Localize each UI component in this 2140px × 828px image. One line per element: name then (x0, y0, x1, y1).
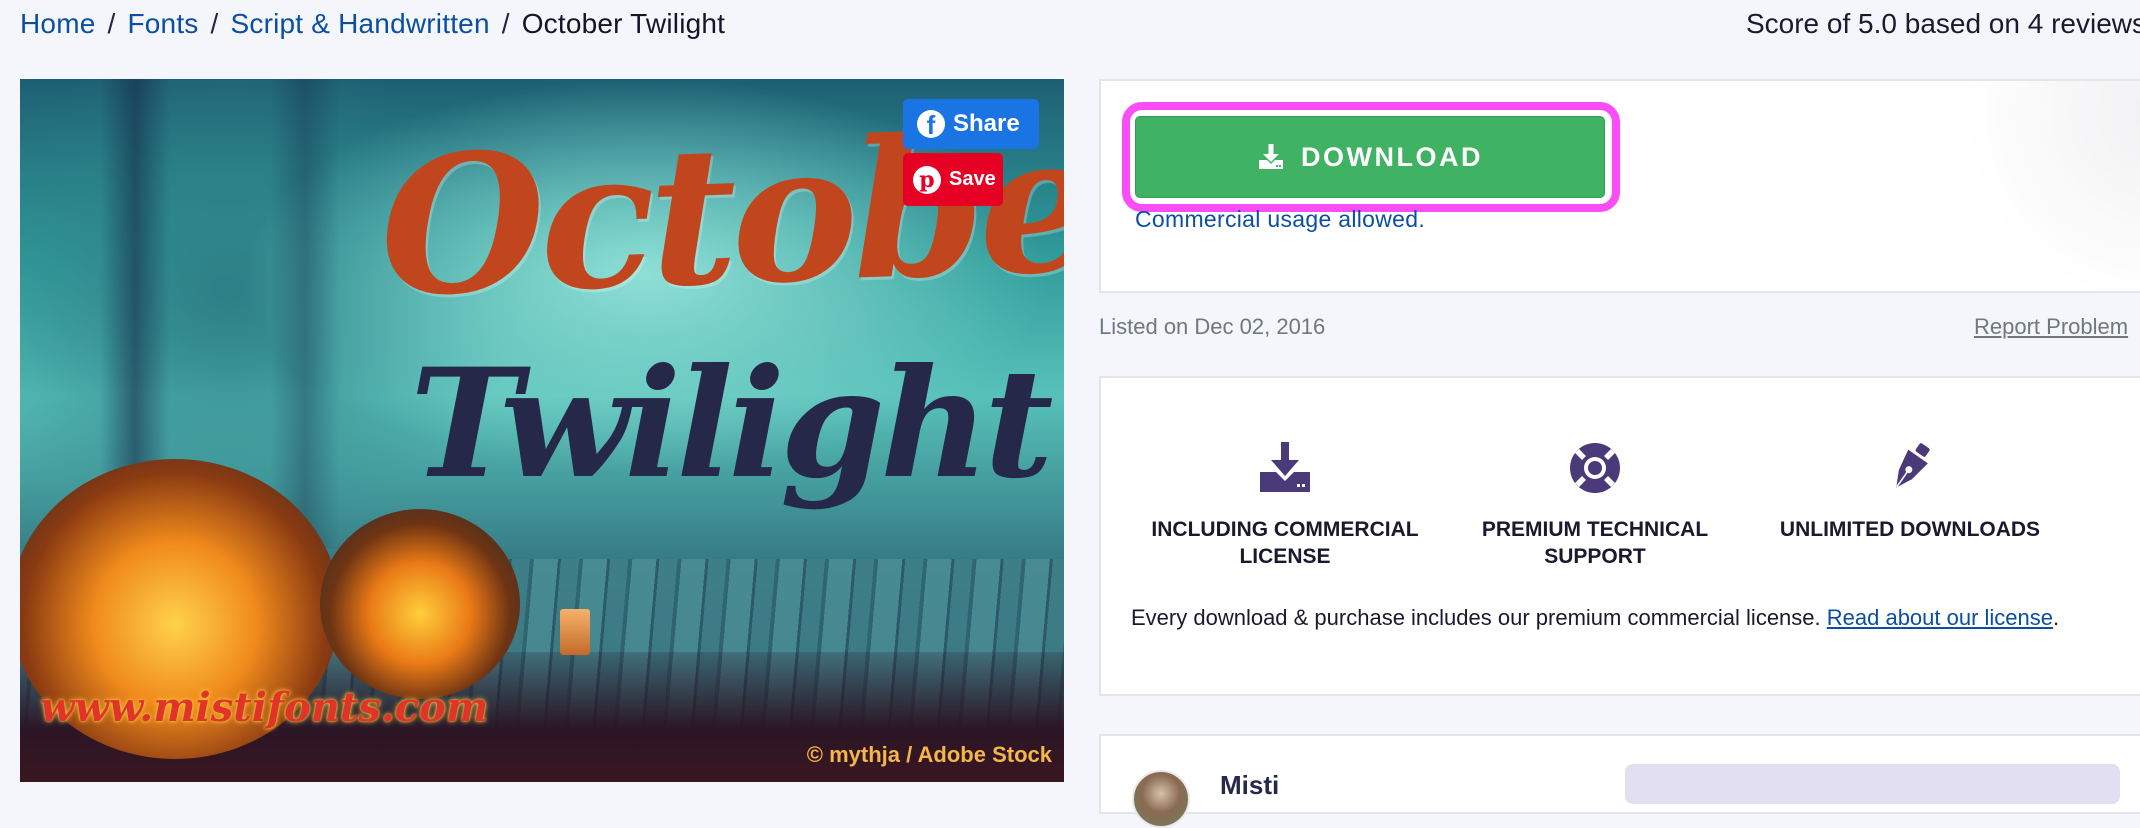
save-label: Save (949, 168, 996, 190)
feature-label: UNLIMITED DOWNLOADS (1779, 518, 2041, 541)
download-label: DOWNLOAD (1301, 141, 1483, 172)
tree-trunk-decoration (270, 79, 340, 549)
preview-watermark: www.mistifonts.com (40, 684, 489, 731)
breadcrumb-fonts[interactable]: Fonts (127, 6, 198, 42)
pumpkin-image (320, 509, 520, 699)
download-button[interactable]: DOWNLOAD (1135, 116, 1605, 198)
breadcrumb: Home / Fonts / Script & Handwritten / Oc… (20, 6, 725, 42)
pen-nib-icon (1896, 443, 1930, 488)
breadcrumb-current: October Twilight (521, 8, 726, 39)
listed-date: Listed on Dec 02, 2016 (1099, 314, 1326, 339)
candle-image (560, 609, 590, 655)
author-avatar[interactable] (1132, 770, 1190, 828)
commercial-usage-note: Commercial usage allowed. (1135, 206, 1426, 232)
breadcrumb-script-handwritten[interactable]: Script & Handwritten (231, 6, 490, 42)
breadcrumb-separator: / (501, 8, 510, 39)
feature-label: PREMIUM TECHNICAL SUPPORT (1481, 518, 1709, 568)
download-tray-icon (1260, 442, 1310, 492)
life-ring-icon (1570, 443, 1620, 493)
facebook-share-button[interactable]: f Share (903, 99, 1039, 149)
pinterest-icon: p (913, 165, 941, 194)
breadcrumb-separator: / (210, 8, 219, 39)
license-description: Every download & purchase includes our p… (1131, 604, 2111, 631)
license-text: Every download & purchase includes our p… (1131, 605, 1827, 630)
license-text-end: . (2053, 605, 2060, 630)
read-license-link[interactable]: Read about our license (1827, 605, 2053, 630)
preview-title-line2: Twilight (410, 336, 1053, 512)
facebook-icon: f (917, 110, 945, 138)
author-name[interactable]: Misti (1220, 770, 1279, 801)
feature-label: INCLUDING COMMERCIAL LICENSE (1151, 518, 1419, 568)
report-problem-link[interactable]: Report Problem (1974, 314, 2128, 340)
share-label: Share (953, 110, 1020, 137)
rating-summary: Score of 5.0 based on 4 reviews (1745, 8, 2140, 39)
preview-credit: © mythja / Adobe Stock (806, 742, 1052, 767)
author-action-box[interactable] (1625, 764, 2120, 804)
download-icon (1259, 144, 1283, 169)
feature-technical-support: PREMIUM TECHNICAL SUPPORT (1460, 440, 1730, 570)
breadcrumb-home[interactable]: Home (20, 6, 96, 42)
feature-unlimited-downloads: UNLIMITED DOWNLOADS (1770, 440, 2050, 543)
pinterest-save-button[interactable]: p Save (903, 153, 1003, 206)
feature-commercial-license: INCLUDING COMMERCIAL LICENSE (1140, 440, 1430, 570)
breadcrumb-separator: / (107, 8, 116, 39)
